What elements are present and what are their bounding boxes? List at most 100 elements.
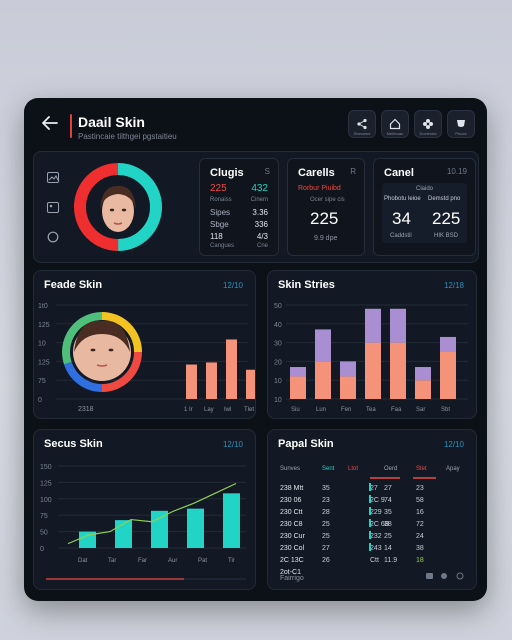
picture-icon[interactable] <box>46 200 60 214</box>
bar-segment <box>390 308 406 343</box>
canel-left-value: 34 <box>392 209 411 228</box>
table-cell: 58 <box>416 497 424 504</box>
x-tick-label: Tir <box>228 558 235 564</box>
y-tick-label: 125 <box>38 359 50 366</box>
bar-segment <box>440 336 456 352</box>
table-cell: 27 <box>322 545 330 552</box>
settings-icon <box>456 572 464 580</box>
table-cell: 11.9 <box>384 557 397 564</box>
carells-title: Carells <box>298 167 335 179</box>
canel-title: Canel <box>384 167 414 179</box>
clugis-row: Ronaiss Cinem <box>210 197 268 203</box>
y-tick-label: 50 <box>40 530 48 537</box>
x-tick-label: Tar <box>108 558 116 564</box>
table-header: Sent <box>322 466 335 472</box>
table-cell: 35 <box>322 485 330 492</box>
row-indicator <box>369 495 371 503</box>
flower-label: Dociestra <box>419 131 437 136</box>
stries-chart: 50 40 30 20 10 10 Siu Lun Fen Tea Faa Sar Sbt <box>274 303 468 413</box>
x-tick-label: Tea <box>366 407 376 413</box>
carells-foot: 9.9 dpe <box>314 235 338 242</box>
carells-caption: Rorbur Piuibd <box>298 185 341 192</box>
clugis-tag: S <box>264 167 270 176</box>
home-button[interactable]: Meirbuan <box>381 110 409 138</box>
table-cell: 16 <box>416 509 424 516</box>
y-tick-label: 125 <box>38 322 50 329</box>
x-tick-label: Aur <box>168 558 177 564</box>
papal-skin-panel: Papal Skin 12/10 Sunves Sent Ltot Oerd Stet A… <box>267 429 477 590</box>
table-header: Ltot <box>348 466 358 472</box>
bar <box>186 364 197 399</box>
table-cell: 25 <box>322 521 330 528</box>
canel-inner: Claido Phobotu leioe Demstd pno 34 225 C… <box>382 183 467 243</box>
bar <box>187 508 204 548</box>
table-cell: 229 <box>370 509 382 516</box>
y-tick-label: 1t0 <box>38 303 48 310</box>
overview-card: Clugis S 225 432 Ronaiss Cinem Sipes 3.3… <box>33 151 479 263</box>
canel-right-value: 225 <box>432 209 461 228</box>
y-tick-label: 10 <box>274 378 282 385</box>
y-tick-label: 40 <box>274 322 282 329</box>
cup-button[interactable]: Peuce <box>447 110 475 138</box>
bar <box>206 362 217 399</box>
flower-button[interactable]: Dociestra <box>414 110 442 138</box>
y-tick-label: 10 <box>38 341 46 348</box>
y-tick-label: 100 <box>40 497 52 504</box>
home-label: Meirbuan <box>386 131 404 136</box>
bar-segment <box>340 376 356 399</box>
bar <box>246 369 255 399</box>
y-tick-label: 0 <box>38 397 42 404</box>
table-cell: 230 Cur <box>280 533 306 540</box>
clugis-panel: Clugis S 225 432 Ronaiss Cinem Sipes 3.3… <box>199 158 279 256</box>
y-tick-label: 0 <box>40 546 44 553</box>
secus-chart: 150 125 100 75 50 0 Dat Tar Far Aur Pat Tir <box>40 464 246 580</box>
share-icon <box>357 118 367 130</box>
canel-panel: Canel 10.19 Claido Phobotu leioe Demstd … <box>373 158 476 256</box>
table-cell: 232 <box>370 533 382 540</box>
x-tick-label: Lun <box>316 407 326 413</box>
row-indicator <box>369 519 371 527</box>
bar-segment <box>290 367 306 377</box>
canel-tag: 10.19 <box>446 167 467 176</box>
canel-right-foot: HIK BSD <box>434 233 459 239</box>
table-header: Oerd <box>384 466 397 472</box>
circle-icon[interactable] <box>46 230 60 244</box>
table-cell: 25 <box>384 533 392 540</box>
share-button[interactable]: Shecame <box>348 110 376 138</box>
cup-icon <box>457 120 465 127</box>
face-portrait <box>100 185 136 232</box>
clugis-row: Cangues Cne <box>210 243 268 249</box>
table-cell: 230 Col <box>280 545 305 552</box>
bar <box>151 510 168 548</box>
table-cell: 24 <box>416 533 424 540</box>
y-tick-label: 30 <box>274 341 282 348</box>
bar-segment <box>440 352 456 399</box>
x-tick-label: Fen <box>341 407 351 413</box>
x-tick-label: 2318 <box>78 406 94 413</box>
page-subtitle: Pastincaie tilthgei pgstaitieu <box>78 132 177 141</box>
x-tick-label: Sbt <box>441 407 450 413</box>
table-cell: 230 Ctt <box>280 509 303 516</box>
bar-segment <box>365 342 381 399</box>
table-cell: 230 C8 <box>280 521 303 528</box>
bar-segment <box>340 361 356 377</box>
skin-stries-panel: Skin Stries 12/18 50 40 30 20 10 10 Siu Lun Fen T… <box>267 270 477 419</box>
table-cell: 238 Mtt <box>280 485 303 492</box>
canel-caption: Claido <box>415 186 433 192</box>
top-actions: Shecame Meirbuan Dociestra Peuce <box>348 110 475 138</box>
table-cell: 38 <box>416 545 424 552</box>
back-arrow-icon[interactable] <box>42 116 58 130</box>
y-tick-label: 125 <box>40 480 52 487</box>
feade-chart: 1t01251012575023181 IrLayIwlTletCel <box>38 303 255 413</box>
carells-sub: Ocer sipe cis <box>310 197 345 203</box>
carells-tag: R <box>350 167 356 176</box>
bar-segment <box>390 342 406 399</box>
image-icon[interactable] <box>46 170 60 184</box>
table-cell: 2C 13C <box>280 557 304 564</box>
clugis-title: Clugis <box>210 167 244 179</box>
x-tick-label: Lay <box>204 407 214 413</box>
y-tick-label: 10 <box>274 397 282 404</box>
clugis-row: 225 432 <box>210 183 268 194</box>
row-indicator <box>369 507 371 515</box>
face-eye <box>90 348 96 352</box>
